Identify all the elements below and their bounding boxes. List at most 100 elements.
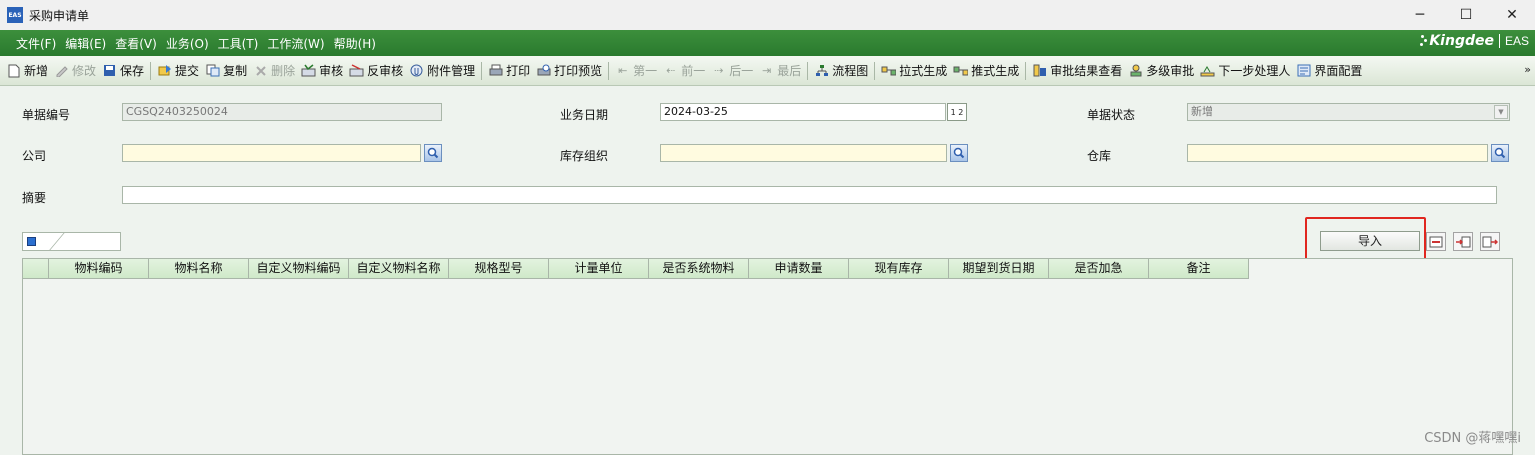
flowchart-button[interactable]: 流程图	[814, 62, 868, 79]
col-header[interactable]: 物料编码	[49, 259, 149, 279]
stock-org-search-icon[interactable]	[950, 144, 968, 162]
menu-workflow[interactable]: 工作流(W)	[267, 35, 324, 52]
menu-bar: 文件(F) 编辑(E) 查看(V) 业务(O) 工具(T) 工作流(W) 帮助(…	[0, 30, 1535, 56]
approval-result-icon	[1032, 64, 1047, 78]
menu-tools[interactable]: 工具(T)	[218, 35, 259, 52]
prev-button[interactable]: ⇠ 前一	[663, 62, 705, 79]
window-title: 采购申请单	[29, 8, 90, 23]
first-button[interactable]: ⇤ 第一	[615, 62, 657, 79]
menu-edit[interactable]: 编辑(E)	[65, 35, 106, 52]
col-header[interactable]: 自定义物料编码	[249, 259, 349, 279]
warehouse-field[interactable]	[1187, 144, 1488, 162]
unaudit-label: 反审核	[367, 64, 404, 78]
brand-suffix: EAS	[1504, 34, 1529, 48]
modify-label: 修改	[72, 64, 97, 78]
app-icon: EAS	[7, 7, 23, 23]
ui-config-icon	[1296, 64, 1311, 78]
warehouse-search-icon[interactable]	[1491, 144, 1509, 162]
company-label: 公司	[22, 149, 47, 163]
delete-x-icon	[253, 64, 268, 78]
toolbar-divider	[874, 61, 876, 80]
chevron-down-icon[interactable]: ▼	[1494, 105, 1508, 119]
last-arrow-icon: ⇥	[762, 64, 772, 77]
menu-help[interactable]: 帮助(H)	[334, 35, 376, 52]
calendar-icon[interactable]: 1 2	[947, 103, 967, 121]
next-label: 后一	[729, 64, 754, 78]
maximize-button[interactable]: ☐	[1443, 0, 1489, 30]
watermark-text: CSDN @蒋嘿嘿i	[1424, 431, 1521, 446]
col-header[interactable]: 计量单位	[549, 259, 649, 279]
stock-org-field[interactable]	[660, 144, 947, 162]
attachment-button[interactable]: 附件管理	[409, 62, 475, 79]
col-header[interactable]: 自定义物料名称	[349, 259, 449, 279]
new-button[interactable]: 新增	[6, 62, 48, 79]
col-header[interactable]: 规格型号	[449, 259, 549, 279]
toolbar-overflow-icon[interactable]: »	[1524, 63, 1531, 76]
close-button[interactable]: ✕	[1489, 0, 1535, 30]
insert-row-icon[interactable]	[1453, 232, 1473, 251]
menu-view[interactable]: 查看(V)	[115, 35, 157, 52]
unaudit-button[interactable]: 反审核	[349, 62, 403, 79]
col-header[interactable]: 现有库存	[849, 259, 949, 279]
grid-corner-cell[interactable]	[23, 259, 49, 279]
last-button[interactable]: ⇥ 最后	[759, 62, 801, 79]
biz-date-field[interactable]: 2024-03-25	[660, 103, 946, 121]
col-header[interactable]: 物料名称	[149, 259, 249, 279]
col-header[interactable]: 期望到货日期	[949, 259, 1049, 279]
save-label: 保存	[120, 64, 145, 78]
submit-button[interactable]: 提交	[157, 62, 199, 79]
delete-label: 删除	[271, 64, 296, 78]
push-generate-label: 推式生成	[971, 64, 1020, 78]
copy-label: 复制	[223, 64, 248, 78]
summary-field[interactable]	[122, 186, 1497, 204]
kingdee-dots-icon	[1419, 34, 1428, 48]
copy-button[interactable]: 复制	[205, 62, 247, 79]
ui-config-button[interactable]: 界面配置	[1296, 62, 1362, 79]
toolbar-divider	[481, 61, 483, 80]
pull-generate-button[interactable]: 拉式生成	[881, 62, 947, 79]
delete-button[interactable]: 删除	[253, 62, 295, 79]
unaudit-icon	[349, 64, 364, 78]
push-generate-icon	[953, 64, 969, 78]
push-generate-button[interactable]: 推式生成	[953, 62, 1019, 79]
audit-button[interactable]: 审核	[301, 62, 343, 79]
modify-button[interactable]: 修改	[54, 62, 96, 79]
col-header[interactable]: 是否加急	[1049, 259, 1149, 279]
grid-tab-icon	[27, 237, 36, 246]
delete-row-icon[interactable]	[1480, 232, 1500, 251]
print-icon	[488, 64, 503, 78]
last-label: 最后	[777, 64, 802, 78]
minimize-button[interactable]: ─	[1397, 0, 1443, 30]
grid-tab[interactable]	[22, 232, 121, 251]
biz-date-label: 业务日期	[560, 108, 609, 122]
col-header[interactable]: 是否系统物料	[649, 259, 749, 279]
multi-approval-button[interactable]: 多级审批	[1128, 62, 1194, 79]
flowchart-label: 流程图	[832, 64, 869, 78]
attachment-icon	[409, 64, 424, 78]
entry-grid[interactable]: 物料编码 物料名称 自定义物料编码 自定义物料名称 规格型号 计量单位 是否系统…	[22, 258, 1513, 455]
approval-result-button[interactable]: 审批结果查看	[1032, 62, 1122, 79]
doc-status-select[interactable]: 新增 ▼	[1187, 103, 1510, 121]
new-label: 新增	[24, 64, 49, 78]
next-handler-icon	[1200, 64, 1215, 78]
col-header[interactable]: 申请数量	[749, 259, 849, 279]
next-button[interactable]: ⇢ 后一	[711, 62, 753, 79]
add-row-icon[interactable]	[1426, 232, 1446, 251]
submit-icon	[157, 64, 172, 78]
col-header[interactable]: 备注	[1149, 259, 1249, 279]
toolbar-divider	[1025, 61, 1027, 80]
company-field[interactable]	[122, 144, 421, 162]
print-button[interactable]: 打印	[488, 62, 530, 79]
prev-arrow-icon: ⇠	[666, 64, 676, 77]
brand-divider	[1498, 34, 1500, 48]
save-button[interactable]: 保存	[102, 62, 144, 79]
grid-header-row: 物料编码 物料名称 自定义物料编码 自定义物料名称 规格型号 计量单位 是否系统…	[23, 259, 1249, 279]
menu-file[interactable]: 文件(F)	[16, 35, 56, 52]
print-preview-button[interactable]: 打印预览	[536, 62, 602, 79]
next-handler-button[interactable]: 下一步处理人	[1200, 62, 1290, 79]
company-search-icon[interactable]	[424, 144, 442, 162]
pull-generate-label: 拉式生成	[899, 64, 948, 78]
menu-business[interactable]: 业务(O)	[166, 35, 209, 52]
import-button[interactable]: 导入	[1320, 231, 1420, 251]
summary-label: 摘要	[22, 191, 47, 205]
